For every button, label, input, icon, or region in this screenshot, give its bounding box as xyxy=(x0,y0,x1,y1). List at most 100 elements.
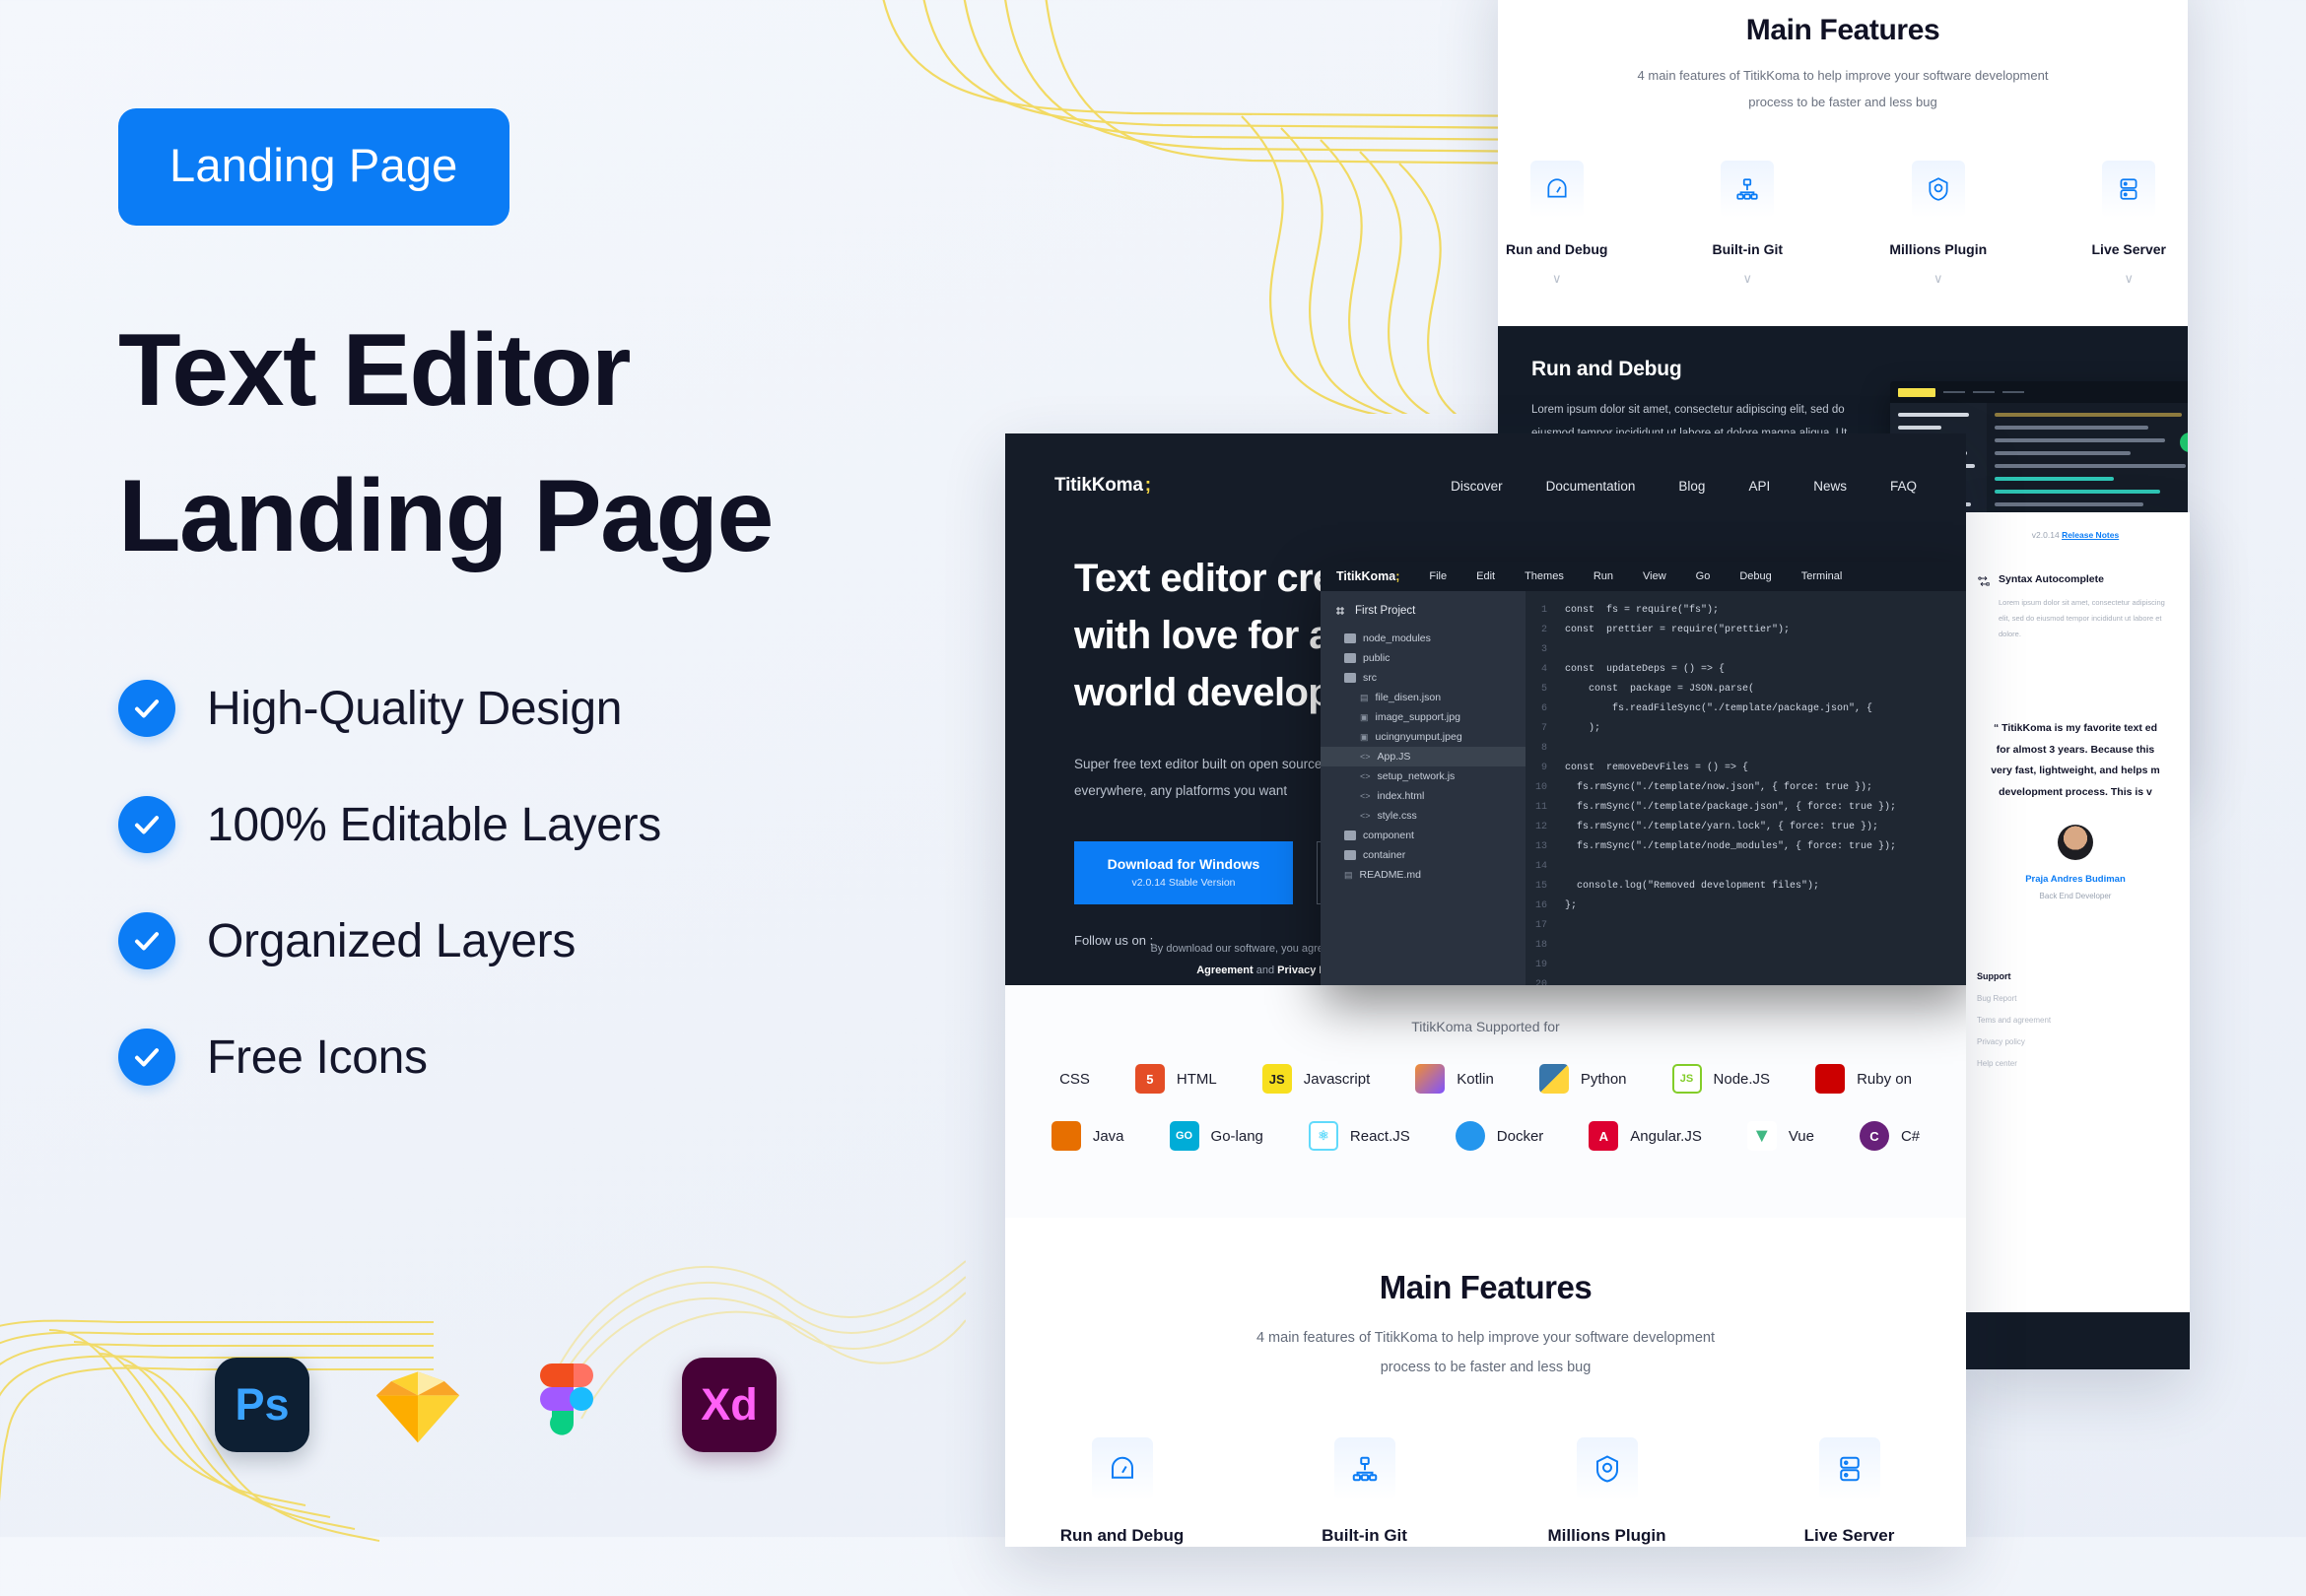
menu-edit[interactable]: Edit xyxy=(1476,570,1495,582)
promo-column: Landing Page Text Editor Landing Page Hi… xyxy=(118,108,946,1145)
git-branch-icon xyxy=(1721,161,1775,219)
feature-label: Organized Layers xyxy=(207,914,576,967)
tree-item-style-css[interactable]: <> style.css xyxy=(1334,806,1526,826)
menu-terminal[interactable]: Terminal xyxy=(1801,570,1843,582)
autocomplete-arrows-icon xyxy=(1978,576,1990,586)
run-play-button[interactable] xyxy=(2180,432,2188,453)
footer-link-help-center[interactable]: Help center xyxy=(1977,1059,2174,1068)
section-subtitle-line-2: process to be faster and less bug xyxy=(1380,1359,1592,1375)
tree-item-node-modules[interactable]: node_modules xyxy=(1334,629,1526,648)
supported-row-1: CSS 5 HTML JS Javascript Kotlin Python JS N… xyxy=(1005,1064,1966,1094)
legal-and: and xyxy=(1255,964,1275,976)
tree-item-index-html[interactable]: <> index.html xyxy=(1334,786,1526,806)
page-title: Text Editor Landing Page xyxy=(118,299,946,589)
tree-item-file-disen-json[interactable]: ▤ file_disen.json xyxy=(1334,688,1526,707)
supported-for-section: TitikKoma Supported for CSS 5 HTML JS Java… xyxy=(1005,985,1966,1218)
nav-item-blog[interactable]: Blog xyxy=(1678,479,1705,494)
menu-debug[interactable]: Debug xyxy=(1739,570,1771,582)
footer-link-terms[interactable]: Tems and agreement xyxy=(1977,1016,2174,1025)
chevron-down-icon[interactable]: ∨ xyxy=(1498,271,1616,287)
nav-item-api[interactable]: API xyxy=(1748,479,1770,494)
hero-section: TitikKoma; Discover Documentation Blog A… xyxy=(1005,433,1966,985)
feature-card-run-and-debug[interactable]: Run and Debug ∨ xyxy=(1498,161,1616,287)
brand-mark: ; xyxy=(1144,475,1151,496)
release-notes-link[interactable]: Release Notes xyxy=(2062,530,2119,540)
feature-card-title: Live Server xyxy=(1803,1526,1895,1546)
tech-item-nodejs: JS Node.JS xyxy=(1671,1064,1771,1094)
tree-item-src[interactable]: src xyxy=(1334,668,1526,688)
project-name: First Project xyxy=(1355,605,1416,617)
right-side-mockup-panel: v2.0.14 Release Notes Syntax Autocomplet… xyxy=(1961,512,2190,1369)
chevron-down-icon[interactable]: ∨ xyxy=(2070,271,2189,287)
docker-icon xyxy=(1455,1121,1485,1151)
section-subtitle-line-1: 4 main features of TitikKoma to help imp… xyxy=(1255,1330,1716,1346)
gauge-icon xyxy=(1091,1437,1153,1501)
project-root[interactable]: First Project xyxy=(1334,605,1526,617)
nav-item-discover[interactable]: Discover xyxy=(1451,479,1503,494)
tree-item-readme-md[interactable]: ▤ README.md xyxy=(1334,865,1526,885)
testimonial-author: Praja Andres Budiman xyxy=(2025,874,2126,886)
menu-themes[interactable]: Themes xyxy=(1525,570,1564,582)
csharp-icon: C xyxy=(1859,1121,1889,1151)
feature-card-millions-plugin[interactable]: Millions Plugin ∨ xyxy=(1533,1437,1681,1547)
tech-item-angular: A Angular.JS xyxy=(1589,1121,1702,1151)
feature-card-millions-plugin[interactable]: Millions Plugin ∨ xyxy=(1879,161,1998,287)
tab-placeholder xyxy=(1973,391,1995,394)
screenshot-titlebar xyxy=(1890,381,2188,404)
sketch-icon xyxy=(371,1358,465,1452)
feature-card-run-and-debug[interactable]: Run and Debug ∨ xyxy=(1049,1437,1196,1547)
tech-item-javascript: JS Javascript xyxy=(1261,1064,1370,1094)
nav-item-news[interactable]: News xyxy=(1813,479,1847,494)
tech-label: CSS xyxy=(1059,1070,1090,1088)
nav-item-faq[interactable]: FAQ xyxy=(1890,479,1917,494)
wave-decoration-top-right xyxy=(867,0,1557,414)
feature-label: High-Quality Design xyxy=(207,682,623,735)
agreement-link[interactable]: Agreement xyxy=(1196,964,1253,976)
tree-item-image-support-jpg[interactable]: ▣ image_support.jpg xyxy=(1334,707,1526,727)
active-tab-indicator xyxy=(1898,387,1935,397)
tree-item-setup-network-js[interactable]: <> setup_network.js xyxy=(1334,766,1526,786)
run-debug-title: Run and Debug xyxy=(1531,358,1682,381)
feature-card-title: Millions Plugin xyxy=(1547,1526,1666,1546)
feature-card-live-server[interactable]: Live Server ∨ xyxy=(2070,161,2189,287)
tree-item-app-js[interactable]: <> App.JS xyxy=(1321,747,1526,766)
nav-item-documentation[interactable]: Documentation xyxy=(1546,479,1636,494)
feature-card-title: Run and Debug xyxy=(1506,241,1608,258)
footer-link-privacy[interactable]: Privacy policy xyxy=(1977,1037,2174,1046)
section-subtitle-line-2: process to be faster and less bug xyxy=(1748,94,1937,109)
version-label: v2.0.14 xyxy=(2031,530,2060,540)
tree-item-ucingnyumput-jpeg[interactable]: ▣ ucingnyumput.jpeg xyxy=(1334,727,1526,747)
tech-item-kotlin: Kotlin xyxy=(1415,1064,1494,1094)
tree-item-public[interactable]: public xyxy=(1334,648,1526,668)
chevron-down-icon[interactable]: ∨ xyxy=(1879,271,1998,287)
brand-logo[interactable]: TitikKoma; xyxy=(1054,475,1151,497)
page-title-line-2: Landing Page xyxy=(118,458,774,573)
java-icon xyxy=(1051,1121,1081,1151)
tree-item-component[interactable]: component xyxy=(1334,826,1526,845)
avatar xyxy=(2058,825,2093,861)
tech-label: Vue xyxy=(1788,1127,1814,1145)
feature-label: Free Icons xyxy=(207,1031,428,1084)
menu-run[interactable]: Run xyxy=(1594,570,1613,582)
editor-code-pane[interactable]: 1234567891011121314151617181920212223242… xyxy=(1526,591,1966,985)
plugin-shield-icon xyxy=(1576,1437,1638,1501)
brand-name: TitikKoma xyxy=(1054,475,1143,496)
menu-view[interactable]: View xyxy=(1643,570,1666,582)
menu-go[interactable]: Go xyxy=(1696,570,1711,582)
git-branch-icon xyxy=(1333,1437,1395,1501)
feature-card-built-in-git[interactable]: Built-in Git ∨ xyxy=(1689,161,1807,287)
tree-item-container[interactable]: container xyxy=(1334,845,1526,865)
features-grid: Run and Debug ∨ Built-in Git ∨ Millions … xyxy=(1498,161,2188,287)
feature-card-live-server[interactable]: Live Server ∨ xyxy=(1776,1437,1924,1547)
footer-link-bug-report[interactable]: Bug Report xyxy=(1977,994,2174,1003)
feature-card-built-in-git[interactable]: Built-in Git ∨ xyxy=(1291,1437,1439,1547)
page-title-line-1: Text Editor xyxy=(118,313,631,428)
menu-file[interactable]: File xyxy=(1429,570,1447,582)
chevron-down-icon[interactable]: ∨ xyxy=(1689,271,1807,287)
tab-placeholder xyxy=(1943,391,1965,394)
tech-label: Node.JS xyxy=(1713,1070,1771,1088)
download-for-windows-button[interactable]: Download for Windows v2.0.14 Stable Vers… xyxy=(1074,841,1293,904)
tech-label: Docker xyxy=(1496,1127,1544,1145)
check-icon xyxy=(118,1029,175,1087)
html-icon: 5 xyxy=(1134,1064,1165,1094)
